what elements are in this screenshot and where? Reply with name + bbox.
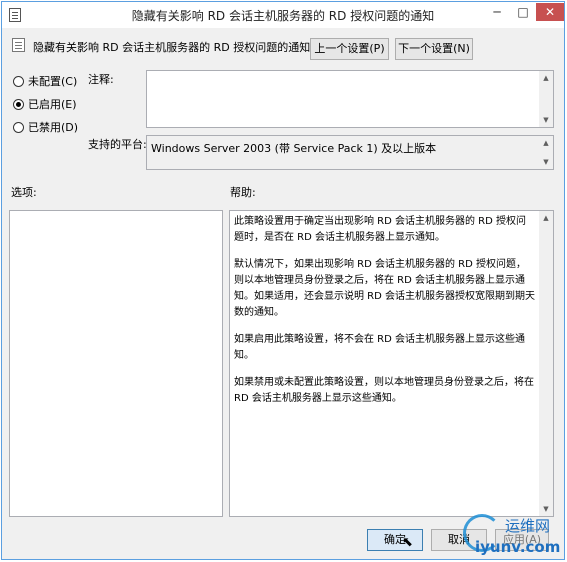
watermark-url: iyunv.com (475, 538, 561, 556)
scroll-up-icon[interactable]: ▲ (539, 73, 553, 83)
close-button[interactable]: ✕ (536, 3, 564, 21)
help-scrollbar[interactable]: ▲ ▼ (539, 211, 553, 516)
ok-button[interactable]: 确定 (367, 529, 423, 551)
next-setting-button[interactable]: 下一个设置(N) (395, 38, 473, 60)
supported-scrollbar[interactable]: ▲ ▼ (539, 136, 553, 169)
help-paragraph: 如果启用此策略设置，将不会在 RD 会话主机服务器上显示这些通知。 (234, 334, 526, 361)
supported-platform-value: Windows Server 2003 (带 Service Pack 1) 及… (151, 142, 437, 155)
help-paragraph: 如果禁用或未配置此策略设置，则以本地管理员身份登录之后，将在 RD 会话主机服务… (234, 377, 534, 404)
scroll-up-icon[interactable]: ▲ (539, 213, 553, 223)
help-label: 帮助: (230, 186, 256, 199)
help-panel: 此策略设置用于确定当出现影响 RD 会话主机服务器的 RD 授权问题时，是否在 … (229, 210, 554, 517)
scroll-up-icon[interactable]: ▲ (539, 138, 553, 148)
radio-button[interactable] (13, 121, 24, 133)
window-title: 隐藏有关影响 RD 会话主机服务器的 RD 授权问题的通知 (131, 9, 435, 23)
radio-button[interactable] (13, 75, 24, 87)
radio-enabled[interactable]: 已启用(E) (13, 96, 77, 112)
setting-document-icon (12, 38, 25, 52)
scroll-down-icon[interactable]: ▼ (539, 157, 553, 167)
comment-scrollbar[interactable]: ▲ ▼ (539, 71, 553, 127)
radio-label: 未配置(C) (28, 75, 78, 88)
radio-button-checked[interactable] (13, 98, 24, 110)
supported-platform-field: Windows Server 2003 (带 Service Pack 1) 及… (146, 135, 554, 170)
title-bar[interactable]: 隐藏有关影响 RD 会话主机服务器的 RD 授权问题的通知 ─ □ ✕ (2, 2, 564, 28)
setting-title: 隐藏有关影响 RD 会话主机服务器的 RD 授权问题的通知 (33, 41, 311, 54)
minimize-button[interactable]: ─ (484, 3, 510, 21)
radio-label: 已启用(E) (28, 98, 77, 111)
mouse-cursor-icon: ⬉ (402, 535, 413, 550)
watermark-logo: 运维网 iyunv.com (455, 510, 567, 562)
radio-disabled[interactable]: 已禁用(D) (13, 119, 78, 135)
comment-label: 注释: (88, 73, 114, 86)
previous-setting-button[interactable]: 上一个设置(P) (310, 38, 389, 60)
options-label: 选项: (11, 186, 37, 199)
radio-label: 已禁用(D) (28, 121, 79, 134)
maximize-button[interactable]: □ (510, 3, 536, 21)
supported-platform-label: 支持的平台: (88, 138, 147, 151)
help-paragraph: 默认情况下，如果出现影响 RD 会话主机服务器的 RD 授权问题，则以本地管理员… (234, 259, 536, 318)
policy-dialog: 隐藏有关影响 RD 会话主机服务器的 RD 授权问题的通知 ─ □ ✕ 隐藏有关… (1, 1, 565, 560)
radio-not-configured[interactable]: 未配置(C) (13, 73, 77, 89)
options-panel (9, 210, 223, 517)
help-paragraph: 此策略设置用于确定当出现影响 RD 会话主机服务器的 RD 授权问题时，是否在 … (234, 216, 527, 243)
comment-textarea[interactable]: ▲ ▼ (146, 70, 554, 128)
watermark-cn: 运维网 (505, 517, 551, 535)
scroll-down-icon[interactable]: ▼ (539, 115, 553, 125)
help-text: 此策略设置用于确定当出现影响 RD 会话主机服务器的 RD 授权问题时，是否在 … (234, 214, 535, 418)
